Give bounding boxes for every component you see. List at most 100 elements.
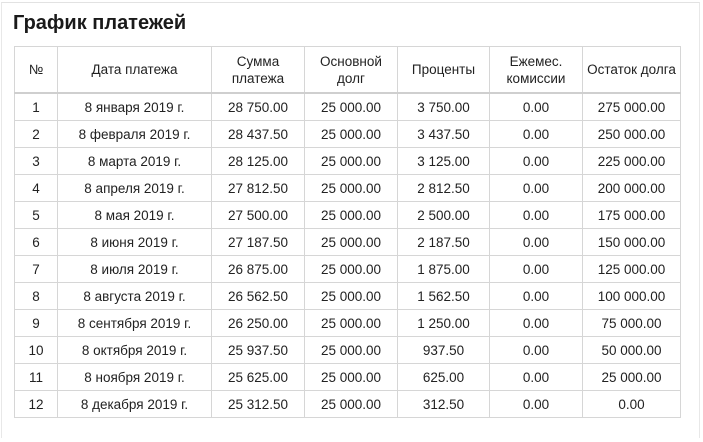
cell-principal: 25 000.00 — [304, 336, 398, 364]
cell-num: 3 — [14, 147, 58, 175]
cell-balance: 125 000.00 — [582, 255, 681, 283]
cell-amount: 27 187.50 — [211, 228, 305, 256]
table-row: 18 января 2019 г. 28 750.00 25 000.00 3 750… — [14, 92, 681, 121]
table-row: 78 июля 2019 г. 26 875.00 25 000.00 1 875.0… — [14, 255, 681, 283]
cell-date: 8 декабря 2019 г. — [57, 390, 212, 418]
cell-num: 1 — [14, 92, 58, 121]
table-row: 68 июня 2019 г. 27 187.50 25 000.00 2 187.5… — [14, 228, 681, 256]
cell-commission: 0.00 — [489, 390, 583, 418]
table-row: 38 марта 2019 г. 28 125.00 25 000.00 3 125.… — [14, 147, 681, 175]
cell-balance: 275 000.00 — [582, 92, 681, 121]
cell-principal: 25 000.00 — [304, 201, 398, 229]
cell-commission: 0.00 — [489, 309, 583, 337]
cell-commission: 0.00 — [489, 282, 583, 310]
cell-num: 12 — [14, 390, 58, 418]
cell-commission: 0.00 — [489, 201, 583, 229]
cell-amount: 26 562.50 — [211, 282, 305, 310]
cell-date: 8 июля 2019 г. — [57, 255, 212, 283]
cell-amount: 27 812.50 — [211, 174, 305, 202]
cell-principal: 25 000.00 — [304, 363, 398, 391]
cell-interest: 312.50 — [397, 390, 490, 418]
cell-num: 9 — [14, 309, 58, 337]
cell-amount: 28 437.50 — [211, 120, 305, 148]
cell-commission: 0.00 — [489, 228, 583, 256]
cell-commission: 0.00 — [489, 120, 583, 148]
payment-schedule-table: № Дата платежа Сумма платежа Основной до… — [14, 46, 681, 418]
cell-num: 4 — [14, 174, 58, 202]
cell-balance: 200 000.00 — [582, 174, 681, 202]
cell-principal: 25 000.00 — [304, 309, 398, 337]
column-header-label: Ежемес. комиссии — [506, 53, 566, 86]
cell-date: 8 сентября 2019 г. — [57, 309, 212, 337]
cell-principal: 25 000.00 — [304, 120, 398, 148]
column-header-label: Сумма платежа — [231, 53, 285, 86]
column-header-label: Дата платежа — [91, 62, 178, 77]
column-header-balance: Остаток долга — [582, 46, 681, 94]
column-header-interest: Проценты — [397, 46, 490, 94]
cell-num: 10 — [14, 336, 58, 364]
cell-date: 8 мая 2019 г. — [57, 201, 212, 229]
column-header-label: Проценты — [411, 62, 476, 77]
table-row: 98 сентября 2019 г. 26 250.00 25 000.00 1 2… — [14, 309, 681, 337]
cell-balance: 50 000.00 — [582, 336, 681, 364]
cell-commission: 0.00 — [489, 336, 583, 364]
cell-date: 8 октября 2019 г. — [57, 336, 212, 364]
cell-balance: 0.00 — [582, 390, 681, 418]
cell-commission: 0.00 — [489, 92, 583, 121]
cell-date: 8 марта 2019 г. — [57, 147, 212, 175]
cell-balance: 100 000.00 — [582, 282, 681, 310]
column-header-num: № — [14, 46, 58, 94]
cell-num: 11 — [14, 363, 58, 391]
cell-amount: 25 937.50 — [211, 336, 305, 364]
cell-num: 7 — [14, 255, 58, 283]
cell-balance: 25 000.00 — [582, 363, 681, 391]
cell-num: 2 — [14, 120, 58, 148]
cell-balance: 225 000.00 — [582, 147, 681, 175]
cell-amount: 26 250.00 — [211, 309, 305, 337]
table-body: 18 января 2019 г. 28 750.00 25 000.00 3 750… — [14, 92, 681, 418]
table-row: 58 мая 2019 г. 27 500.00 25 000.00 2 500.00… — [14, 201, 681, 229]
cell-interest: 2 500.00 — [397, 201, 490, 229]
cell-date: 8 января 2019 г. — [57, 92, 212, 121]
cell-num: 6 — [14, 228, 58, 256]
column-header-label: Остаток долга — [587, 62, 676, 77]
column-header-label: № — [28, 62, 44, 77]
cell-amount: 25 625.00 — [211, 363, 305, 391]
column-header-principal: Основной долг — [304, 46, 398, 94]
cell-interest: 937.50 — [397, 336, 490, 364]
table-row: 28 февраля 2019 г. 28 437.50 25 000.00 3 43… — [14, 120, 681, 148]
cell-balance: 75 000.00 — [582, 309, 681, 337]
cell-date: 8 августа 2019 г. — [57, 282, 212, 310]
cell-interest: 3 437.50 — [397, 120, 490, 148]
cell-interest: 1 250.00 — [397, 309, 490, 337]
cell-balance: 150 000.00 — [582, 228, 681, 256]
cell-commission: 0.00 — [489, 174, 583, 202]
page-title: График платежей — [13, 12, 187, 34]
column-header-date: Дата платежа — [57, 46, 212, 94]
cell-principal: 25 000.00 — [304, 174, 398, 202]
cell-principal: 25 000.00 — [304, 255, 398, 283]
cell-amount: 25 312.50 — [211, 390, 305, 418]
cell-commission: 0.00 — [489, 147, 583, 175]
table-row: 88 августа 2019 г. 26 562.50 25 000.00 1 56… — [14, 282, 681, 310]
column-header-commission: Ежемес. комиссии — [489, 46, 583, 94]
cell-balance: 175 000.00 — [582, 201, 681, 229]
cell-balance: 250 000.00 — [582, 120, 681, 148]
cell-principal: 25 000.00 — [304, 147, 398, 175]
cell-commission: 0.00 — [489, 363, 583, 391]
table-row: 12 8 декабря 2019 г. 25 312.50 25 000.00 312… — [14, 390, 681, 418]
table-row: 11 8 ноября 2019 г. 25 625.00 25 000.00 625.… — [14, 363, 681, 391]
cell-principal: 25 000.00 — [304, 228, 398, 256]
column-header-label: Основной долг — [320, 53, 382, 86]
cell-interest: 625.00 — [397, 363, 490, 391]
cell-principal: 25 000.00 — [304, 282, 398, 310]
cell-date: 8 апреля 2019 г. — [57, 174, 212, 202]
cell-amount: 28 750.00 — [211, 92, 305, 121]
cell-commission: 0.00 — [489, 255, 583, 283]
cell-interest: 2 187.50 — [397, 228, 490, 256]
cell-amount: 28 125.00 — [211, 147, 305, 175]
cell-interest: 3 750.00 — [397, 92, 490, 121]
cell-date: 8 февраля 2019 г. — [57, 120, 212, 148]
cell-num: 5 — [14, 201, 58, 229]
cell-interest: 3 125.00 — [397, 147, 490, 175]
